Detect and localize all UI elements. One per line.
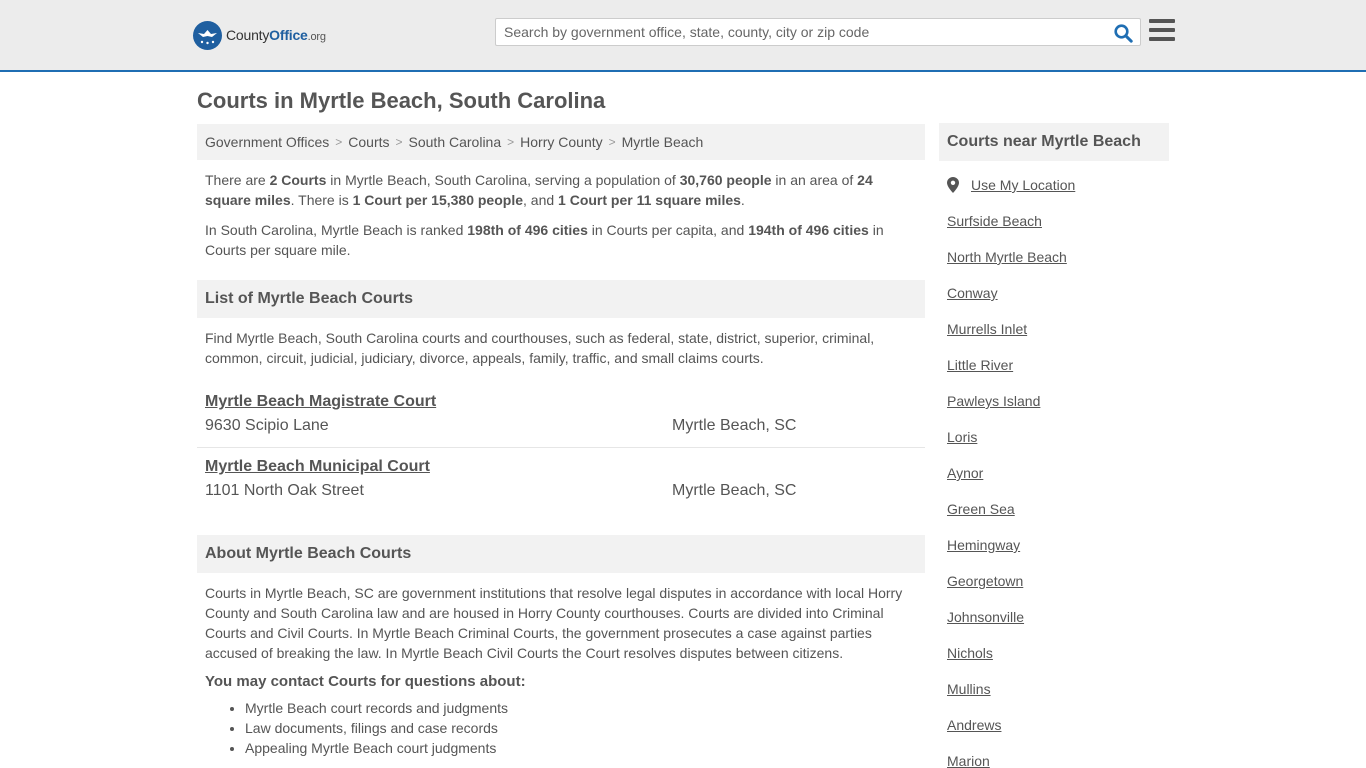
sidebar-city-link[interactable]: Nichols: [947, 645, 993, 661]
contact-heading: You may contact Courts for questions abo…: [205, 673, 526, 690]
list-section-title: List of Myrtle Beach Courts: [197, 280, 925, 318]
sidebar-city-link[interactable]: Surfside Beach: [947, 213, 1042, 229]
sidebar-city-link[interactable]: Green Sea: [947, 501, 1015, 517]
search-input[interactable]: [496, 19, 1106, 45]
breadcrumb-courts[interactable]: Courts: [348, 134, 389, 150]
court-link[interactable]: Myrtle Beach Magistrate Court: [205, 393, 436, 411]
about-section-description: Courts in Myrtle Beach, SC are governmen…: [205, 585, 903, 661]
sidebar-city-link[interactable]: Loris: [947, 429, 977, 445]
court-address: 1101 North Oak Street: [205, 482, 364, 499]
list-item: Law documents, filings and case records: [245, 718, 925, 738]
sidebar-city-link[interactable]: Little River: [947, 357, 1013, 373]
court-city: Myrtle Beach, SC: [672, 482, 797, 499]
eagle-logo-icon: [193, 20, 222, 50]
page-title: Courts in Myrtle Beach, South Carolina: [197, 88, 606, 113]
search-icon: [1113, 23, 1133, 43]
court-city: Myrtle Beach, SC: [672, 417, 797, 434]
sidebar-city-link[interactable]: Pawleys Island: [947, 393, 1040, 409]
hamburger-menu-icon[interactable]: [1149, 19, 1176, 43]
sidebar-city-link[interactable]: Aynor: [947, 465, 983, 481]
map-pin-icon: [947, 177, 959, 193]
breadcrumb-myrtle-beach[interactable]: Myrtle Beach: [622, 134, 704, 150]
list-section-description: Find Myrtle Beach, South Carolina courts…: [205, 330, 875, 366]
nearby-cities-list: Use My Location Surfside Beach North Myr…: [939, 177, 1169, 768]
list-item: Appealing Myrtle Beach court judgments: [245, 738, 925, 758]
chevron-right-icon: >: [335, 135, 343, 149]
intro-summary: There are 2 Courts in Myrtle Beach, Sout…: [205, 172, 873, 208]
breadcrumb: Government Offices > Courts > South Caro…: [197, 124, 925, 160]
contact-list: Myrtle Beach court records and judgments…: [197, 698, 925, 758]
court-address: 9630 Scipio Lane: [205, 417, 329, 434]
logo-wordmark: CountyOffice.org: [226, 27, 326, 43]
courts-list: Myrtle Beach Magistrate Court 9630 Scipi…: [197, 383, 925, 513]
sidebar-city-link[interactable]: Murrells Inlet: [947, 321, 1027, 337]
sidebar: Courts near Myrtle Beach Use My Location…: [939, 123, 1169, 768]
chevron-right-icon: >: [395, 135, 403, 149]
chevron-right-icon: >: [507, 135, 515, 149]
sidebar-city-link[interactable]: Johnsonville: [947, 609, 1024, 625]
search-button[interactable]: [1112, 22, 1134, 44]
sidebar-title: Courts near Myrtle Beach: [939, 123, 1169, 161]
court-row: Myrtle Beach Municipal Court 1101 North …: [197, 448, 925, 513]
court-link[interactable]: Myrtle Beach Municipal Court: [205, 458, 430, 476]
use-location-link[interactable]: Use My Location: [971, 177, 1075, 193]
sidebar-city-link[interactable]: Hemingway: [947, 537, 1020, 553]
sidebar-city-link[interactable]: Georgetown: [947, 573, 1023, 589]
court-row: Myrtle Beach Magistrate Court 9630 Scipi…: [197, 383, 925, 448]
breadcrumb-horry-county[interactable]: Horry County: [520, 134, 602, 150]
site-header: CountyOffice.org: [0, 0, 1366, 72]
use-location-item[interactable]: Use My Location: [947, 177, 1169, 213]
main-content: Government Offices > Courts > South Caro…: [197, 124, 925, 758]
intro-ranking: In South Carolina, Myrtle Beach is ranke…: [205, 222, 884, 258]
site-logo[interactable]: CountyOffice.org: [193, 20, 326, 50]
breadcrumb-government-offices[interactable]: Government Offices: [205, 134, 329, 150]
sidebar-city-link[interactable]: Marion: [947, 753, 990, 768]
sidebar-city-link[interactable]: Conway: [947, 285, 998, 301]
sidebar-city-link[interactable]: North Myrtle Beach: [947, 249, 1067, 265]
breadcrumb-south-carolina[interactable]: South Carolina: [409, 134, 502, 150]
sidebar-city-link[interactable]: Andrews: [947, 717, 1001, 733]
chevron-right-icon: >: [608, 135, 616, 149]
sidebar-city-link[interactable]: Mullins: [947, 681, 991, 697]
about-section-title: About Myrtle Beach Courts: [197, 535, 925, 573]
search-box: [495, 18, 1141, 46]
list-item: Myrtle Beach court records and judgments: [245, 698, 925, 718]
